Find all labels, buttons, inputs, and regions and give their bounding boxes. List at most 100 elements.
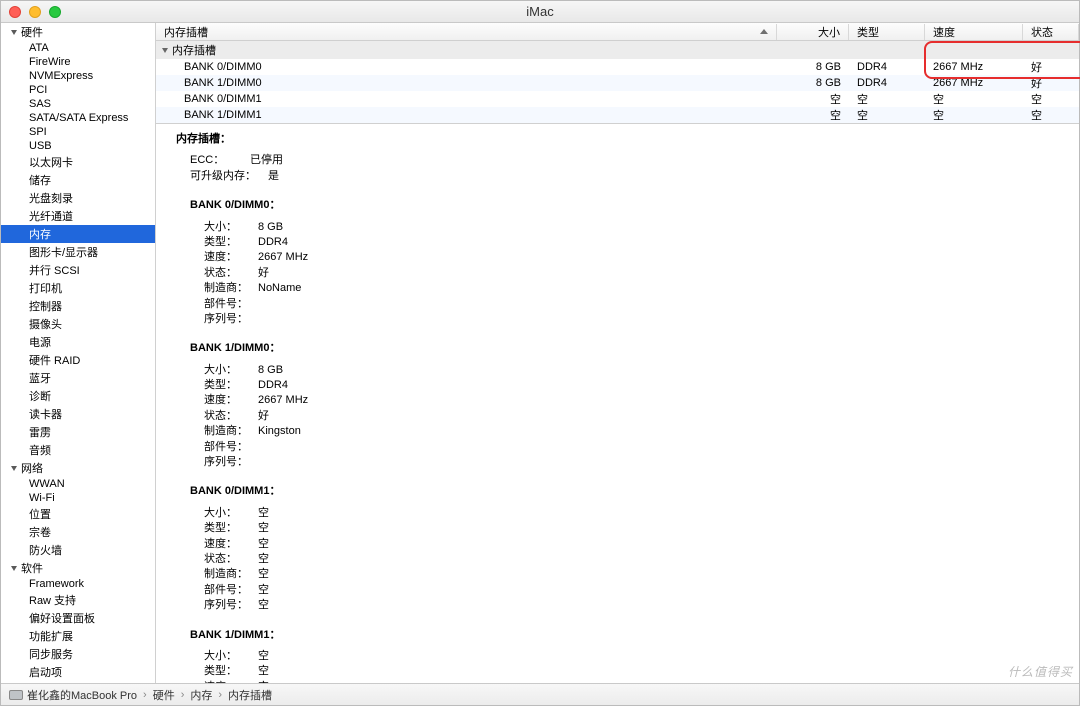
- table-row[interactable]: BANK 1/DIMM08 GBDDR42667 MHz好: [156, 75, 1079, 91]
- upgrade-row: 可升级内存： 是: [190, 169, 1059, 184]
- minimize-icon[interactable]: [29, 6, 41, 18]
- computer-icon: [9, 690, 23, 700]
- upgrade-label: 可升级内存：: [190, 169, 268, 184]
- bank-kv-value: 空: [258, 664, 269, 679]
- table-row[interactable]: BANK 1/DIMM1空空空空: [156, 107, 1079, 123]
- bank-kv-row: 大小：8 GB: [204, 363, 1059, 378]
- group-label: 内存插槽: [172, 42, 216, 58]
- bank-kv-label: 部件号：: [204, 583, 258, 598]
- ecc-value: 已停用: [250, 153, 283, 168]
- bank-kv-row: 大小：空: [204, 649, 1059, 664]
- col-type[interactable]: 类型: [849, 24, 925, 40]
- bank-kv-label: 速度：: [204, 393, 258, 408]
- sidebar-item[interactable]: Raw 支持: [1, 591, 155, 609]
- table-row[interactable]: BANK 0/DIMM08 GBDDR42667 MHz好: [156, 59, 1079, 75]
- bank-kv-value: DDR4: [258, 378, 288, 393]
- bank-kv-row: 速度：2667 MHz: [204, 393, 1059, 408]
- sidebar-item[interactable]: 启动项: [1, 663, 155, 681]
- bank-kv-label: 序列号：: [204, 312, 258, 327]
- sidebar-item[interactable]: 防火墙: [1, 541, 155, 559]
- bank-kv-label: 制造商：: [204, 424, 258, 439]
- bank-kv-label: 速度：: [204, 537, 258, 552]
- bank-kv-row: 序列号：: [204, 312, 1059, 327]
- sidebar-item[interactable]: 内存: [1, 225, 155, 243]
- main-panel: 内存插槽 大小 类型 速度 状态 内存插槽 BANK 0/DIMM08 GBDD…: [156, 23, 1079, 683]
- sidebar-item[interactable]: 光盘刻录: [1, 189, 155, 207]
- bank-kv-row: 序列号：空: [204, 598, 1059, 613]
- bank-kv-label: 状态：: [204, 266, 258, 281]
- sidebar-item[interactable]: 并行 SCSI: [1, 261, 155, 279]
- sidebar-item[interactable]: 读卡器: [1, 405, 155, 423]
- sidebar-item[interactable]: 音频: [1, 441, 155, 459]
- sidebar-item[interactable]: 位置: [1, 505, 155, 523]
- sidebar-item[interactable]: 摄像头: [1, 315, 155, 333]
- cell-size: 空: [777, 107, 849, 123]
- cell-status: 好: [1023, 75, 1079, 91]
- sidebar-item[interactable]: 硬件 RAID: [1, 351, 155, 369]
- bank-kv-row: 制造商：NoName: [204, 281, 1059, 296]
- sidebar-item[interactable]: SAS: [1, 97, 155, 111]
- sidebar-item[interactable]: NVMExpress: [1, 69, 155, 83]
- bank-kv-value: 空: [258, 537, 269, 552]
- close-icon[interactable]: [9, 6, 21, 18]
- disclosure-triangle-icon: [11, 466, 17, 471]
- detail-title: 内存插槽：: [176, 132, 1059, 147]
- table-row[interactable]: BANK 0/DIMM1空空空空: [156, 91, 1079, 107]
- cell-speed: 2667 MHz: [925, 77, 1023, 89]
- system-info-window: iMac 硬件ATAFireWireNVMExpressPCISASSATA/S…: [0, 0, 1080, 706]
- detail-pane[interactable]: 内存插槽： ECC： 已停用 可升级内存： 是 BANK 0/DIMM0：大小：…: [156, 124, 1079, 683]
- sidebar-item[interactable]: 以太网卡: [1, 153, 155, 171]
- bank-kv-label: 制造商：: [204, 281, 258, 296]
- chevron-right-icon: ›: [143, 689, 147, 701]
- col-speed[interactable]: 速度: [925, 24, 1023, 40]
- breadcrumb-item[interactable]: 崔化鑫的MacBook Pro: [27, 687, 137, 703]
- sidebar-item[interactable]: SPI: [1, 125, 155, 139]
- col-name[interactable]: 内存插槽: [156, 24, 777, 40]
- sidebar-item[interactable]: Framework: [1, 577, 155, 591]
- cell-size: 空: [777, 91, 849, 107]
- window-title: iMac: [526, 4, 553, 19]
- table-group-row[interactable]: 内存插槽: [156, 41, 1079, 59]
- sidebar-item[interactable]: SATA/SATA Express: [1, 111, 155, 125]
- sidebar-item[interactable]: 功能扩展: [1, 627, 155, 645]
- sidebar-item[interactable]: USB: [1, 139, 155, 153]
- bank-kv-value: 空: [258, 583, 269, 598]
- bank-block: BANK 0/DIMM0：大小：8 GB类型：DDR4速度：2667 MHz状态…: [190, 198, 1059, 327]
- breadcrumb-item[interactable]: 硬件: [153, 687, 175, 703]
- sidebar-item[interactable]: 打印机: [1, 279, 155, 297]
- sidebar-item[interactable]: 雷雳: [1, 423, 155, 441]
- breadcrumb-item[interactable]: 内存插槽: [228, 687, 272, 703]
- chevron-right-icon: ›: [218, 689, 222, 701]
- bank-kv-row: 部件号：: [204, 440, 1059, 455]
- sidebar-item[interactable]: 光纤通道: [1, 207, 155, 225]
- sidebar-item[interactable]: 电源: [1, 333, 155, 351]
- sidebar-item[interactable]: Wi-Fi: [1, 491, 155, 505]
- bank-name: BANK 0/DIMM1：: [190, 484, 1059, 499]
- zoom-icon[interactable]: [49, 6, 61, 18]
- bank-kv-label: 类型：: [204, 521, 258, 536]
- bank-kv-value: 空: [258, 506, 269, 521]
- sidebar-item[interactable]: FireWire: [1, 55, 155, 69]
- sidebar-item[interactable]: ATA: [1, 41, 155, 55]
- breadcrumb-item[interactable]: 内存: [190, 687, 212, 703]
- sidebar-item[interactable]: 图形卡/显示器: [1, 243, 155, 261]
- sidebar-item[interactable]: 诊断: [1, 387, 155, 405]
- sidebar-group-header[interactable]: 软件: [1, 559, 155, 577]
- sidebar-item[interactable]: PCI: [1, 83, 155, 97]
- sidebar-item[interactable]: 储存: [1, 171, 155, 189]
- sidebar-item[interactable]: 蓝牙: [1, 369, 155, 387]
- sidebar[interactable]: 硬件ATAFireWireNVMExpressPCISASSATA/SATA E…: [1, 23, 156, 683]
- sidebar-item[interactable]: WWAN: [1, 477, 155, 491]
- bank-kv-label: 状态：: [204, 409, 258, 424]
- content-area: 硬件ATAFireWireNVMExpressPCISASSATA/SATA E…: [1, 23, 1079, 683]
- sidebar-group-header[interactable]: 网络: [1, 459, 155, 477]
- sidebar-item[interactable]: 偏好设置面板: [1, 609, 155, 627]
- sidebar-item[interactable]: 控制器: [1, 297, 155, 315]
- sidebar-group-header[interactable]: 硬件: [1, 23, 155, 41]
- sidebar-item[interactable]: 宗卷: [1, 523, 155, 541]
- col-status[interactable]: 状态: [1023, 24, 1079, 40]
- bank-kv-value: 2667 MHz: [258, 393, 308, 408]
- col-size[interactable]: 大小: [777, 24, 849, 40]
- sidebar-item[interactable]: 同步服务: [1, 645, 155, 663]
- bank-kv-label: 序列号：: [204, 455, 258, 470]
